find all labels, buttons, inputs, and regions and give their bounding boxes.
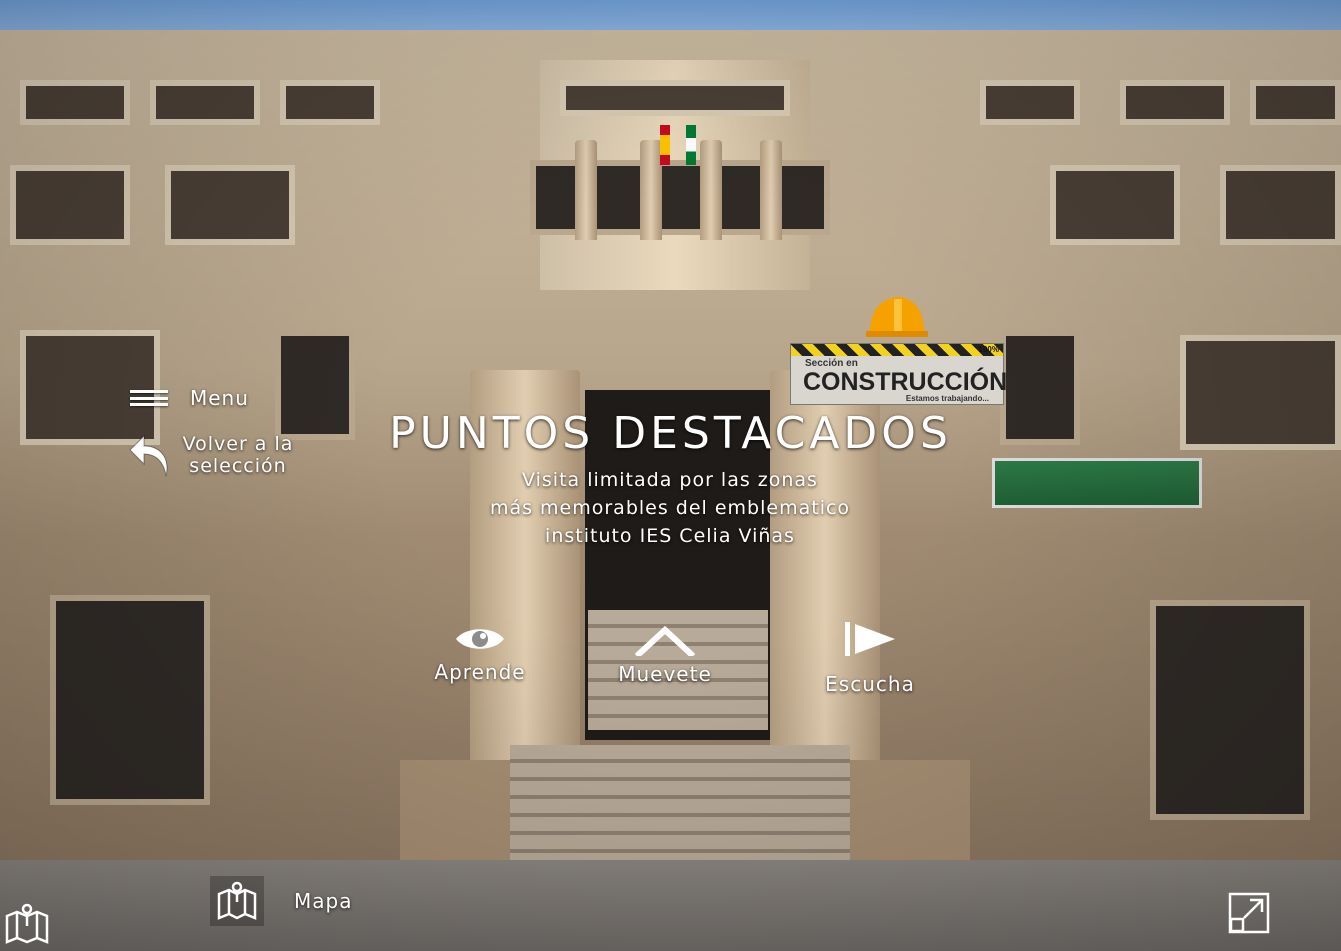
fullscreen-icon[interactable] [1228, 892, 1270, 934]
construction-percent: 100% [978, 345, 999, 354]
map-icon-box [210, 876, 264, 926]
menu-label: Menu [190, 386, 249, 410]
menu-button[interactable]: Menu [130, 386, 249, 410]
construction-line2: CONSTRUCCIÓN [803, 368, 1008, 396]
escucha-button[interactable]: Escucha [822, 620, 918, 696]
caution-tape [791, 344, 1003, 356]
construction-line3: Estamos trabajando... [905, 394, 989, 403]
muevete-button[interactable]: Muevete [615, 624, 715, 686]
map-label: Mapa [294, 889, 353, 913]
page-title: PUNTOS DESTACADOS [389, 408, 952, 459]
under-construction-badge: 100% Sección en CONSTRUCCIÓN Estamos tra… [790, 295, 1008, 407]
page-subtitle: Visita limitada por las zonas más memora… [420, 466, 920, 550]
hard-hat-icon [866, 297, 928, 337]
aprende-label: Aprende [434, 660, 526, 684]
subtitle-line: Visita limitada por las zonas [522, 469, 818, 491]
map-corner-icon[interactable] [4, 902, 50, 946]
map-icon [217, 881, 257, 920]
map-button[interactable]: Mapa [210, 876, 352, 926]
eye-icon [456, 629, 504, 649]
escucha-label: Escucha [825, 672, 915, 696]
hamburger-icon [130, 390, 168, 406]
subtitle-line: instituto IES Celia Viñas [545, 525, 795, 547]
aprende-button[interactable]: Aprende [430, 624, 530, 684]
chevron-up-icon [635, 625, 695, 656]
muevete-label: Muevete [618, 662, 712, 686]
subtitle-line: más memorables del emblematico [489, 497, 851, 519]
construction-sign: 100% Sección en CONSTRUCCIÓN Estamos tra… [790, 343, 1008, 405]
play-flag-icon [845, 622, 895, 656]
